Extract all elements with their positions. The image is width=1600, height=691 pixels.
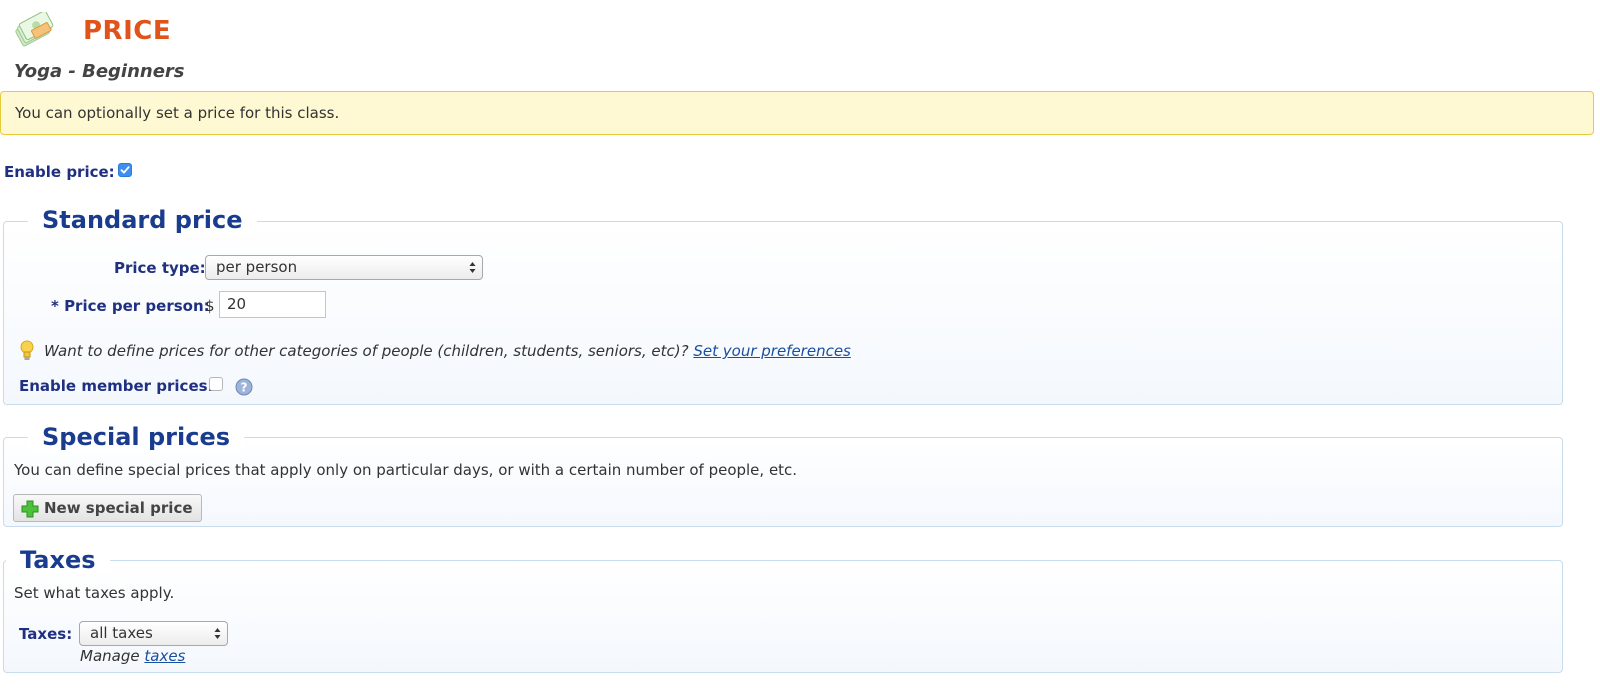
taxes-label: Taxes: <box>19 625 73 643</box>
money-icon <box>15 12 54 47</box>
checkmark-icon <box>120 166 130 174</box>
taxes-section <box>3 560 1563 673</box>
special-prices-legend: Special prices <box>28 423 245 451</box>
help-icon[interactable]: ? <box>235 378 253 396</box>
price-type-select[interactable]: per person <box>205 255 483 280</box>
select-arrows-icon <box>469 262 476 273</box>
price-per-person-label: * Price per person: <box>51 297 210 315</box>
enable-price-checkbox[interactable] <box>118 163 132 177</box>
hint-text: Want to define prices for other categori… <box>44 342 689 360</box>
manage-taxes-link[interactable]: taxes <box>144 647 185 665</box>
manage-prefix: Manage <box>80 647 140 665</box>
set-preferences-link[interactable]: Set your preferences <box>693 342 851 360</box>
standard-price-legend: Standard price <box>28 206 257 234</box>
svg-text:?: ? <box>241 381 248 395</box>
plus-icon <box>21 500 39 518</box>
taxes-description: Set what taxes apply. <box>14 584 175 602</box>
lightbulb-icon <box>20 340 34 360</box>
manage-taxes: Manage taxes <box>80 647 185 665</box>
info-notice: You can optionally set a price for this … <box>0 91 1594 135</box>
taxes-legend: Taxes <box>6 546 110 574</box>
select-arrows-icon <box>214 628 221 639</box>
taxes-select[interactable]: all taxes <box>79 621 228 646</box>
taxes-value: all taxes <box>90 624 153 642</box>
new-special-price-label: New special price <box>44 499 193 517</box>
enable-member-prices-label: Enable member prices: <box>19 377 214 395</box>
price-type-value: per person <box>216 258 298 276</box>
new-special-price-button[interactable]: New special price <box>13 494 202 522</box>
page-title: PRICE <box>83 16 172 46</box>
enable-price-label: Enable price: <box>4 163 115 181</box>
enable-member-prices-checkbox[interactable] <box>209 377 223 391</box>
special-prices-description: You can define special prices that apply… <box>14 461 798 479</box>
price-type-label: Price type: <box>114 259 206 277</box>
member-categories-hint: Want to define prices for other categori… <box>44 342 851 360</box>
price-per-person-input[interactable]: 20 <box>219 291 326 318</box>
class-name: Yoga - Beginners <box>14 61 185 82</box>
currency-symbol: $ <box>205 297 215 315</box>
